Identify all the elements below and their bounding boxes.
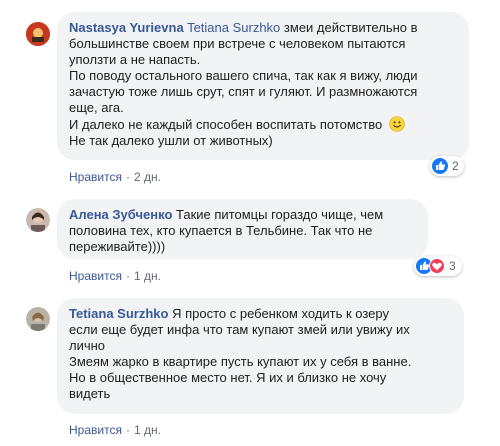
comment-bubble: Алена Зубченко Такие питомцы гораздо чищ…: [57, 199, 428, 259]
comment-timestamp[interactable]: 2 дн.: [134, 170, 161, 184]
comment-text: По поводу остального вашего спича, так к…: [69, 68, 418, 83]
avatar-image-icon: [26, 208, 50, 232]
comment-author[interactable]: Nastasya Yurievna: [69, 20, 184, 35]
comment-text: если еще будет инфа что там купают змей …: [69, 322, 410, 337]
comment-bubble: Nastasya Yurievna Tetiana Surzhko змеи д…: [57, 12, 469, 160]
smile-emoji-icon: [389, 116, 405, 132]
comment-text: видеть: [69, 386, 111, 401]
avatar[interactable]: [26, 307, 50, 331]
reaction-count: 2: [452, 159, 459, 173]
like-button[interactable]: Нравится: [69, 269, 122, 283]
like-button[interactable]: Нравится: [69, 170, 122, 184]
comment-text: Но в общественное место нет. Я их и близ…: [69, 370, 387, 385]
comment-text: зачастую тоже лишь срут, спят и гуляют. …: [69, 84, 418, 99]
comment-actions: Нравится · 1 дн.: [69, 423, 161, 437]
comment-text: Не так далеко ушли от животных): [69, 133, 273, 148]
comment-actions: Нравится · 2 дн.: [69, 170, 161, 184]
reaction-count: 3: [449, 259, 456, 273]
like-button[interactable]: Нравится: [69, 423, 122, 437]
avatar[interactable]: [26, 22, 50, 46]
comment-text: переживайте)))): [69, 239, 166, 254]
comment-text: уползти а не напасть.: [69, 52, 201, 67]
comment-text: половина тех, кто купается в Тельбине. Т…: [69, 223, 373, 238]
avatar-image-icon: [26, 307, 50, 331]
comment-actions: Нравится · 1 дн.: [69, 269, 161, 283]
avatar-image-icon: [26, 22, 50, 46]
comment-timestamp[interactable]: 1 дн.: [134, 269, 161, 283]
comment-text: еще, ага.: [69, 100, 124, 115]
comment-author[interactable]: Tetiana Surzhko: [69, 306, 168, 321]
love-icon: [429, 258, 445, 274]
comment-bubble: Tetiana Surzhko Я просто с ребенком ходи…: [57, 298, 464, 414]
comment-text: змеи действительно в: [283, 20, 418, 35]
comment-text: Змеям жарко в квартире пусть купают их у…: [69, 354, 412, 369]
like-icon: [432, 158, 448, 174]
comment-text: Я просто с ребенком ходить к озеру: [172, 306, 389, 321]
reaction-summary[interactable]: 2: [430, 156, 464, 176]
comment-author[interactable]: Алена Зубченко: [69, 207, 172, 222]
reaction-summary[interactable]: 3: [414, 256, 462, 276]
comment-timestamp[interactable]: 1 дн.: [134, 423, 161, 437]
comment-text: большинстве своем при встрече с человеко…: [69, 36, 406, 51]
comment-mention[interactable]: Tetiana Surzhko: [187, 20, 280, 35]
comment-text: Такие питомцы гораздо чище, чем: [176, 207, 384, 222]
comment-text: лично: [69, 338, 106, 353]
avatar[interactable]: [26, 208, 50, 232]
comment-text: И далеко не каждый способен воспитать по…: [69, 117, 383, 132]
